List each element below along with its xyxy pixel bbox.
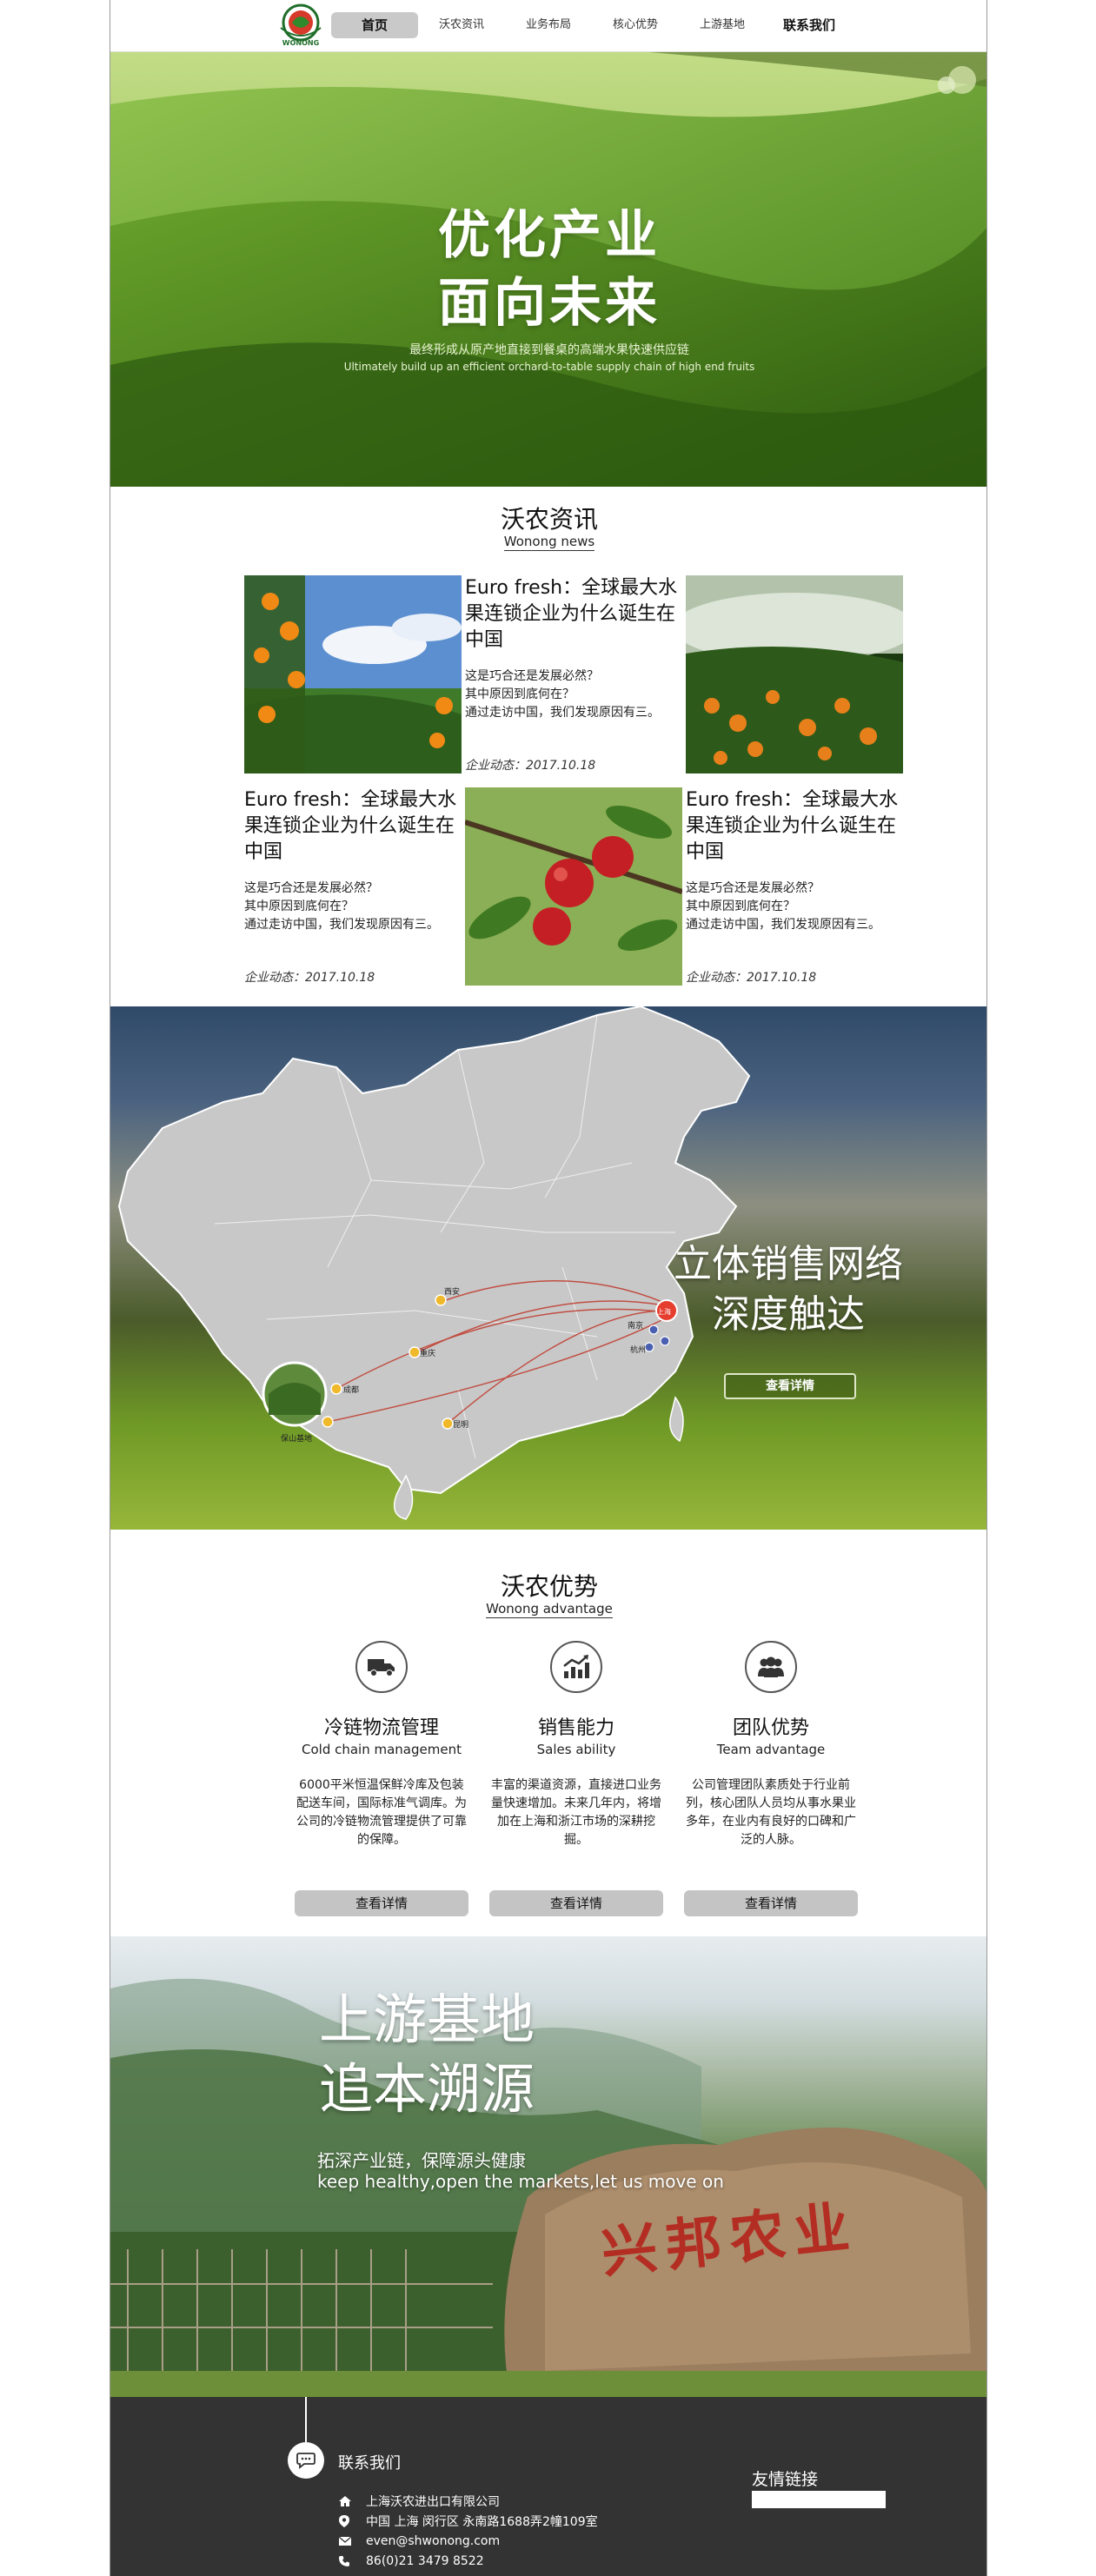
footer-divider-line	[305, 2397, 307, 2442]
network-title-line1: 立体销售网络	[674, 1242, 903, 1286]
news-card-2[interactable]: Euro fresh：全球最大水果连锁企业为什么诞生在中国 这是巧合还是发展必然…	[244, 787, 462, 986]
sales-network-section: 西安 成都 重庆 昆明 保山基地 上海 杭州 南京 立体销售网络 深度触达 查看…	[110, 1006, 986, 1530]
nav-item-base[interactable]: 上游基地	[679, 12, 766, 38]
cold-chain-details-button[interactable]: 查看详情	[295, 1890, 468, 1916]
news-image-plums[interactable]	[465, 787, 682, 986]
nav-item-business[interactable]: 业务布局	[505, 12, 592, 38]
news-card-title[interactable]: Euro fresh：全球最大水果连锁企业为什么诞生在中国	[465, 575, 682, 654]
hero-title-line2: 面向未来	[438, 273, 661, 334]
news-section-subtitle[interactable]: Wonong news	[110, 534, 986, 551]
team-icon	[745, 1641, 797, 1693]
advantage-subtitle: Team advantage	[716, 1742, 826, 1757]
friend-links-title: 友情链接	[752, 2470, 819, 2489]
news-card-desc: 这是巧合还是发展必然？ 其中原因到底何在？ 通过走访中国，我们发现原因有三。	[686, 881, 880, 932]
nav-items: 首页 沃农资讯 业务布局 核心优势 上游基地 联系我们	[331, 12, 853, 38]
footer: 联系我们 上海沃农进出口有限公司 中国 上海 闵行区 永南路1688弄2幢109…	[110, 2397, 986, 2576]
upstream-base-section: 上游基地 追本溯源 拓深产业链，保障源头健康 keep healthy,open…	[110, 1936, 986, 2397]
chat-bubble-icon[interactable]	[288, 2442, 324, 2479]
svg-text:西安: 西安	[444, 1286, 460, 1297]
nav-item-contact[interactable]: 联系我们	[766, 12, 853, 38]
hero-subtitle-en: Ultimately build up an efficient orchard…	[343, 361, 755, 373]
news-section-title: 沃农资讯	[500, 505, 598, 534]
base-title-line2: 追本溯源	[319, 2057, 535, 2121]
top-navigation: WONONG 首页 沃农资讯 业务布局 核心优势 上游基地 联系我们	[110, 0, 986, 52]
sales-details-button[interactable]: 查看详情	[489, 1890, 663, 1916]
location-pin-icon	[338, 2514, 366, 2528]
home-icon	[338, 2495, 366, 2507]
advantage-item-sales: 销售能力 Sales ability 丰富的渠道资源，直接进口业务量快速增加。未…	[489, 1641, 663, 1849]
base-subtitle-en: keep healthy,open the markets,let us mov…	[317, 2171, 724, 2192]
footer-contact-title: 联系我们	[338, 2454, 401, 2473]
news-card-title[interactable]: Euro fresh：全球最大水果连锁企业为什么诞生在中国	[686, 787, 903, 866]
advantage-subtitle: Sales ability	[536, 1742, 616, 1757]
news-card-meta: 企业动态：2017.10.18	[244, 971, 375, 985]
advantage-title: 团队优势	[732, 1717, 809, 1739]
svg-text:重庆: 重庆	[420, 1348, 435, 1358]
svg-text:杭州: 杭州	[630, 1344, 646, 1355]
team-details-button[interactable]: 查看详情	[684, 1890, 858, 1916]
advantage-title: 销售能力	[537, 1717, 614, 1739]
news-image-orange-tree[interactable]	[244, 575, 462, 773]
news-card-meta: 企业动态：2017.10.18	[686, 971, 817, 985]
svg-text:保山基地: 保山基地	[281, 1433, 312, 1444]
advantage-section-title: 沃农优势	[500, 1572, 598, 1601]
truck-icon	[355, 1641, 408, 1693]
wonong-logo[interactable]: WONONG	[270, 2, 331, 47]
news-card-desc: 这是巧合还是发展必然？ 其中原因到底何在？ 通过走访中国，我们发现原因有三。	[244, 881, 439, 932]
news-card-meta: 企业动态：2017.10.18	[465, 759, 596, 773]
footer-email-row[interactable]: even@shwonong.com	[338, 2531, 598, 2551]
advantage-description: 公司管理团队素质处于行业前列，核心团队人员均从事水果业多年，在业内有良好的口碑和…	[686, 1778, 856, 1847]
svg-text:昆明: 昆明	[453, 1420, 468, 1430]
network-title-line2: 深度触达	[712, 1292, 865, 1337]
news-image-orchard-sprinkler[interactable]	[686, 575, 903, 773]
news-card-title[interactable]: Euro fresh：全球最大水果连锁企业为什么诞生在中国	[244, 787, 462, 866]
base-title-line1: 上游基地	[319, 1988, 535, 2051]
mail-icon	[338, 2536, 366, 2546]
nav-item-advantage[interactable]: 核心优势	[592, 12, 679, 38]
hero-banner: 优化产业 面向未来 最终形成从原产地直接到餐桌的高端水果快速供应链 Ultima…	[110, 52, 986, 487]
friend-links-select[interactable]	[752, 2491, 886, 2508]
hero-title-line1: 优化产业	[438, 205, 661, 266]
network-title: 立体销售网络 深度触达	[649, 1239, 927, 1340]
hero-title: 优化产业 面向未来	[110, 202, 986, 337]
advantage-description: 丰富的渠道资源，直接进口业务量快速增加。未来几年内，将增加在上海和浙江市场的深耕…	[491, 1778, 661, 1847]
news-card-1[interactable]: Euro fresh：全球最大水果连锁企业为什么诞生在中国 这是巧合还是发展必然…	[465, 575, 682, 773]
hero-subtitle-cn: 最终形成从原产地直接到餐桌的高端水果快速供应链	[409, 343, 689, 357]
chart-icon	[550, 1641, 602, 1693]
nav-item-home[interactable]: 首页	[331, 12, 418, 38]
footer-contact-info: 上海沃农进出口有限公司 中国 上海 闵行区 永南路1688弄2幢109室 eve…	[338, 2491, 598, 2571]
nav-item-news[interactable]: 沃农资讯	[418, 12, 505, 38]
advantage-item-cold-chain: 冷链物流管理 Cold chain management 6000平米恒温保鲜冷…	[295, 1641, 468, 1849]
network-details-button[interactable]: 查看详情	[724, 1373, 856, 1399]
footer-phone-row[interactable]: 86(0)21 3479 8522	[338, 2551, 598, 2571]
page: WONONG 首页 沃农资讯 业务布局 核心优势 上游基地 联系我们 优化产业 …	[110, 0, 987, 2576]
advantage-description: 6000平米恒温保鲜冷库及包装配送车间，国际标准气调库。为公司的冷链物流管理提供…	[296, 1778, 467, 1847]
base-title: 上游基地 追本溯源	[319, 1985, 535, 2124]
footer-company-row: 上海沃农进出口有限公司	[338, 2491, 598, 2511]
phone-icon	[338, 2555, 366, 2567]
news-card-desc: 这是巧合还是发展必然？ 其中原因到底何在？ 通过走访中国，我们发现原因有三。	[465, 669, 660, 720]
advantage-title: 冷链物流管理	[323, 1717, 439, 1739]
svg-text:南京: 南京	[628, 1320, 643, 1331]
advantage-item-team: 团队优势 Team advantage 公司管理团队素质处于行业前列，核心团队人…	[684, 1641, 858, 1849]
advantage-section-subtitle[interactable]: Wonong advantage	[110, 1601, 986, 1618]
base-landscape-image	[110, 1978, 986, 2397]
svg-text:成都: 成都	[343, 1384, 359, 1395]
base-subtitle-cn: 拓深产业链，保障源头健康	[317, 2150, 526, 2171]
footer-address-row: 中国 上海 闵行区 永南路1688弄2幢109室	[338, 2511, 598, 2531]
advantage-subtitle: Cold chain management	[302, 1742, 462, 1757]
news-card-3[interactable]: Euro fresh：全球最大水果连锁企业为什么诞生在中国 这是巧合还是发展必然…	[686, 787, 903, 986]
svg-text:WONONG: WONONG	[282, 39, 319, 47]
